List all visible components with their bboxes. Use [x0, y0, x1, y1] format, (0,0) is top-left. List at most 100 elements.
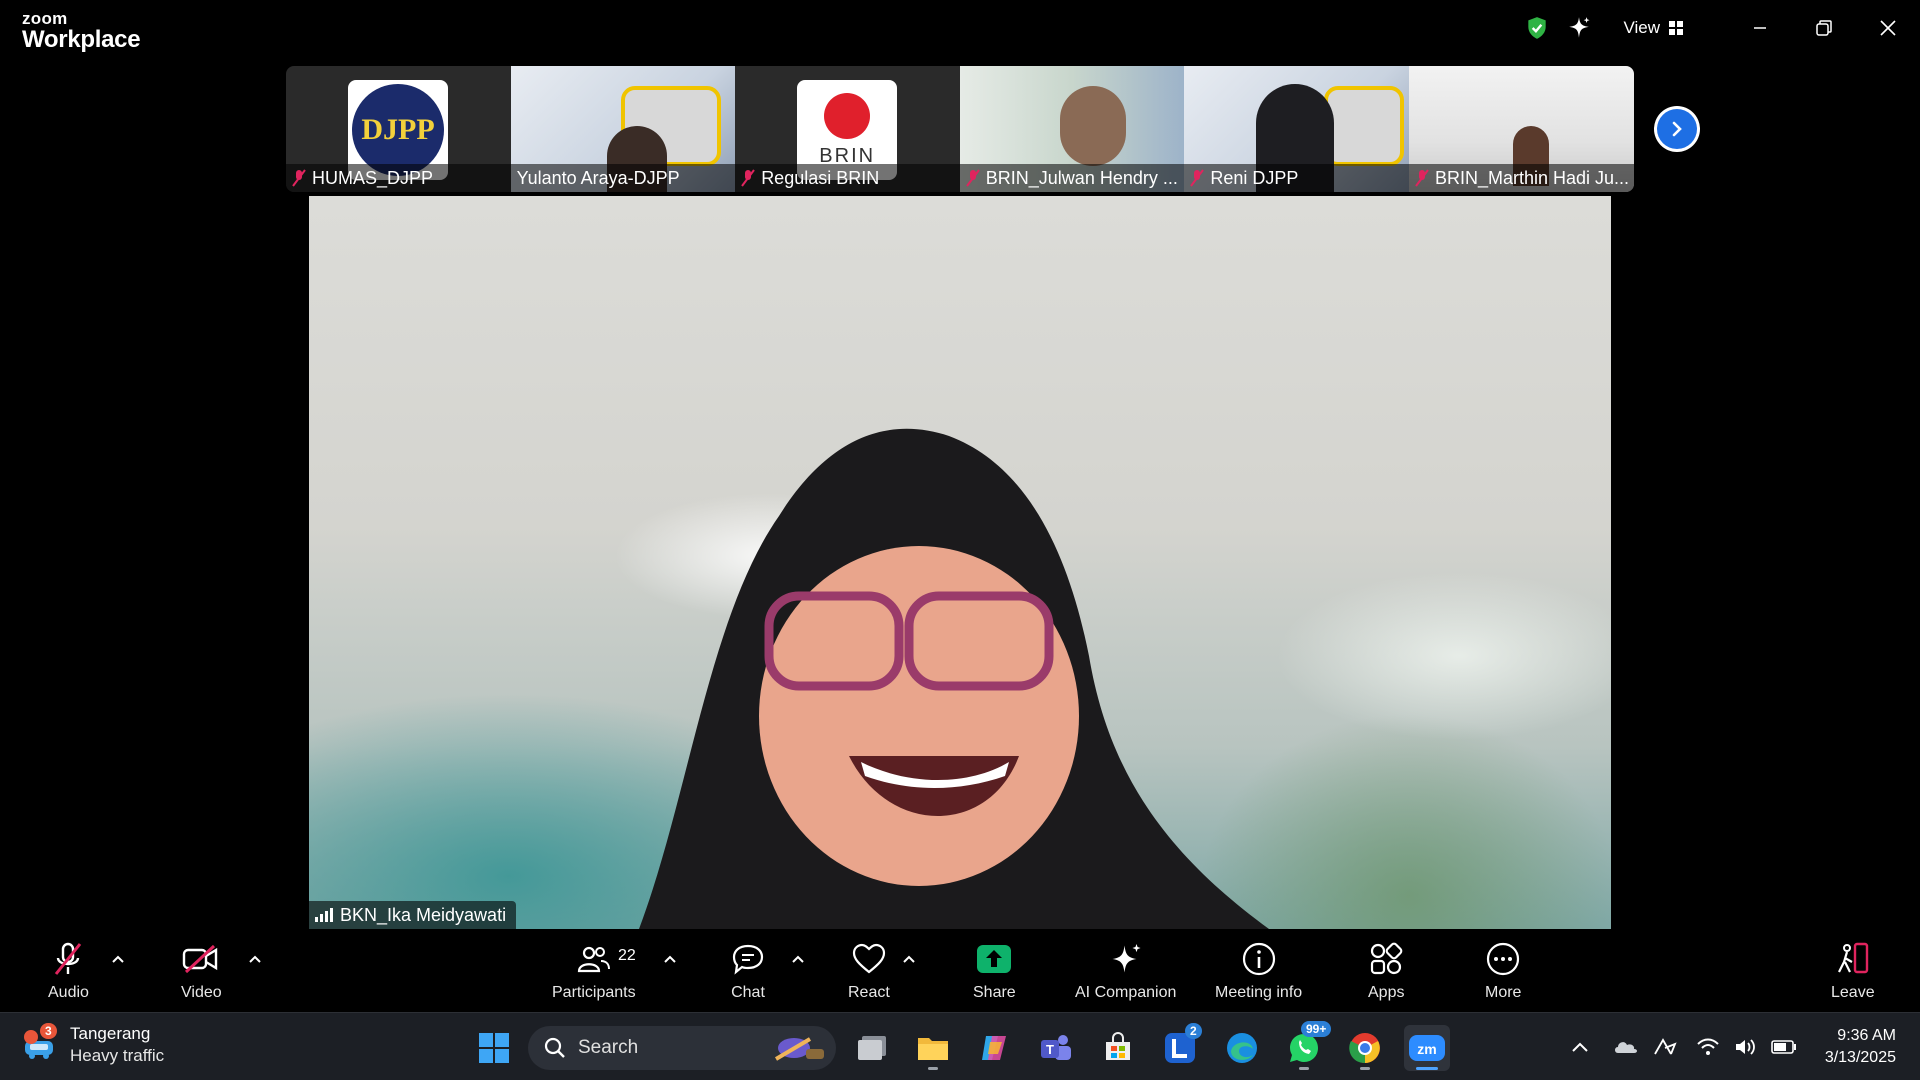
whatsapp-button[interactable]: 99+ [1281, 1021, 1332, 1071]
chat-button[interactable]: Chat [731, 939, 765, 1002]
file-explorer-button[interactable] [910, 1025, 956, 1071]
store-button[interactable] [1095, 1025, 1141, 1071]
participant-name-row: Reni DJPP [1184, 164, 1409, 192]
camera-off-icon [183, 944, 218, 974]
chat-options-button[interactable] [788, 949, 808, 969]
video-options-button[interactable] [245, 949, 265, 969]
chevron-right-icon [1672, 121, 1682, 137]
participant-name: Reni DJPP [1210, 167, 1299, 188]
minimize-button[interactable] [1728, 0, 1792, 56]
audio-options-button[interactable] [108, 949, 128, 969]
speaker-name-tag: BKN_Ika Meidyawati [309, 901, 517, 929]
react-button[interactable]: React [848, 939, 890, 1002]
mic-muted-icon [965, 169, 980, 187]
share-label: Share [973, 984, 1016, 1001]
participant-name: BRIN_Marthin Hadi Ju... [1434, 167, 1630, 188]
speaker-name: BKN_Ika Meidyawati [340, 904, 507, 925]
video-feed [1324, 86, 1405, 166]
weather-widget[interactable]: 3 Tangerang Heavy traffic [22, 1023, 164, 1067]
search-highlight-icon [774, 1037, 824, 1061]
chat-icon [732, 944, 764, 975]
leave-icon [1837, 942, 1868, 974]
participant-name: Regulasi BRIN [761, 167, 880, 188]
ai-companion-button[interactable]: AI Companion [1075, 939, 1176, 1002]
participants-icon [577, 946, 610, 973]
leave-label: Leave [1831, 984, 1875, 1001]
view-button[interactable]: View [1623, 18, 1684, 38]
svg-text:zm: zm [1417, 1041, 1436, 1057]
brand-bottom: Workplace [22, 26, 141, 53]
volume-icon[interactable] [1729, 1030, 1763, 1064]
share-button[interactable]: Share [973, 939, 1016, 1002]
meeting-controls: Audio Video Participants 22 Chat React S… [0, 929, 1920, 1012]
participant-name: Yulanto Araya-DJPP [516, 167, 680, 188]
chrome-icon [1349, 1033, 1380, 1064]
taskbar-search[interactable]: Search [528, 1026, 836, 1070]
restore-button[interactable] [1792, 0, 1856, 56]
zoom-button[interactable]: zm [1404, 1025, 1450, 1071]
folder-icon [918, 1038, 948, 1060]
wifi-icon[interactable] [1691, 1030, 1725, 1064]
task-view-button[interactable] [849, 1025, 895, 1071]
view-label: View [1623, 18, 1660, 37]
weather-badge: 3 [40, 1023, 57, 1039]
apps-label: Apps [1368, 984, 1405, 1001]
participants-options-button[interactable] [660, 949, 680, 969]
participant-name-row: BRIN_Marthin Hadi Ju... [1408, 164, 1634, 192]
sparkle-icon[interactable] [1561, 10, 1597, 46]
react-options-button[interactable] [899, 949, 919, 969]
meeting-info-label: Meeting info [1215, 984, 1303, 1001]
location-icon[interactable] [1647, 1030, 1681, 1064]
search-placeholder: Search [578, 1037, 639, 1058]
chevron-up-icon [903, 955, 915, 963]
apps-button[interactable]: Apps [1368, 939, 1404, 1002]
chevron-up-icon [1572, 1042, 1588, 1052]
search-icon [544, 1037, 565, 1058]
teams-icon: T [1041, 1035, 1071, 1060]
speaker-figure [639, 428, 1269, 929]
meeting-info-button[interactable]: Meeting info [1215, 939, 1302, 1002]
teams-button[interactable]: T [1033, 1025, 1079, 1071]
start-button[interactable] [471, 1025, 517, 1071]
audio-label: Audio [48, 984, 89, 1001]
share-screen-icon [977, 945, 1012, 973]
copilot-button[interactable] [971, 1025, 1017, 1071]
participant-strip: DJPP HUMAS_DJPP Yulanto Araya-DJPP BRIN … [286, 66, 1634, 192]
participant-tile[interactable]: Yulanto Araya-DJPP [510, 66, 736, 192]
signal-strength-icon [315, 908, 333, 922]
video-button[interactable]: Video [181, 939, 222, 1002]
l-app-button[interactable]: 2 [1157, 1023, 1203, 1071]
close-button[interactable] [1856, 0, 1920, 56]
participants-label: Participants [552, 984, 636, 1001]
brand-top: zoom [22, 9, 68, 28]
clock[interactable]: 9:36 AM 3/13/2025 [1825, 1025, 1896, 1069]
onedrive-icon[interactable] [1609, 1030, 1643, 1064]
sparkle-icon [1112, 944, 1141, 973]
task-view-icon [858, 1036, 886, 1060]
leave-button[interactable]: Leave [1831, 939, 1875, 1002]
next-page-button[interactable] [1654, 106, 1700, 152]
show-hidden-icons-button[interactable] [1563, 1030, 1597, 1064]
shield-check-icon[interactable] [1519, 10, 1555, 46]
whatsapp-badge: 99+ [1301, 1021, 1332, 1037]
edge-button[interactable] [1219, 1025, 1265, 1071]
battery-icon[interactable] [1767, 1030, 1801, 1064]
active-speaker-video: BKN_Ika Meidyawati [309, 196, 1611, 929]
participant-tile[interactable]: BRIN Regulasi BRIN [735, 66, 960, 192]
more-button[interactable]: More [1485, 939, 1521, 1002]
more-icon [1487, 942, 1520, 976]
audio-button[interactable]: Audio [48, 939, 89, 1002]
info-icon [1242, 942, 1275, 976]
chrome-button[interactable] [1342, 1025, 1388, 1071]
clock-time: 9:36 AM [1837, 1027, 1896, 1044]
app-logo: zoom Workplace [22, 9, 141, 53]
participant-tile[interactable]: BRIN_Marthin Hadi Ju... [1408, 66, 1634, 192]
participant-tile[interactable]: BRIN_Julwan Hendry ... [959, 66, 1185, 192]
traffic-icon: 3 [22, 1023, 58, 1063]
clock-date: 3/13/2025 [1824, 1049, 1896, 1066]
participant-tile[interactable]: DJPP HUMAS_DJPP [286, 66, 511, 192]
svg-text:T: T [1046, 1042, 1054, 1057]
chevron-up-icon [249, 955, 261, 963]
participant-tile[interactable]: Reni DJPP [1184, 66, 1409, 192]
l-app-badge: 2 [1185, 1023, 1202, 1039]
